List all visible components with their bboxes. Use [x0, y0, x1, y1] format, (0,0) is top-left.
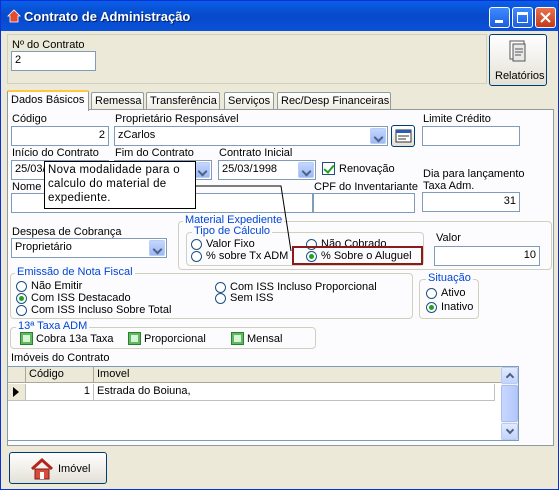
close-icon [540, 12, 551, 23]
codigo-input[interactable]: 2 [11, 126, 109, 146]
chevron-down-icon[interactable] [149, 240, 165, 256]
tooltip: Nova modalidade para o calculo do materi… [44, 161, 196, 209]
proprietario-combo[interactable]: zCarlos [114, 126, 388, 146]
imoveis-title: Imóveis do Contrato [11, 352, 110, 364]
cpf-input[interactable] [313, 193, 415, 213]
scroll-thumb[interactable] [501, 385, 518, 422]
fim-label: Fim do Contrato [115, 147, 194, 159]
imovel-button[interactable]: Imóvel [9, 452, 107, 484]
valor-input[interactable]: 10 [434, 246, 540, 266]
inativo-label: Inativo [441, 301, 474, 313]
contrato-inicial-combo[interactable]: 25/03/1998 [218, 160, 316, 180]
contract-no-input[interactable]: 2 [11, 51, 96, 71]
codigo-label: Código [12, 113, 47, 125]
tab-remessa[interactable]: Remessa [91, 92, 144, 110]
proporcional-label: Proporcional [144, 333, 206, 345]
despesa-label: Despesa de Cobrança [12, 226, 122, 238]
tab-transferencia[interactable]: Transferência [146, 92, 220, 110]
title-bar[interactable]: Contrato de Administração [1, 1, 558, 31]
tab-rec-desp[interactable]: Rec/Desp Financeiras [277, 92, 391, 110]
contract-window: Contrato de Administração Nº do Contrato… [0, 0, 559, 490]
proporcional-checkbox[interactable] [128, 332, 141, 345]
app-icon [7, 9, 21, 23]
taxa13-title: 13ª Taxa ADM [16, 320, 90, 332]
maximize-button[interactable] [512, 7, 533, 28]
dia-input[interactable]: 31 [422, 192, 520, 212]
row-indicator [8, 384, 26, 401]
contrato-inicial-value: 25/03/1998 [222, 163, 278, 175]
minimize-icon [495, 20, 503, 23]
window-title: Contrato de Administração [24, 9, 191, 24]
radio-ativo[interactable] [426, 288, 437, 299]
inicio-label: Início do Contrato [12, 147, 99, 159]
col-header-imovel[interactable]: Imovel [94, 367, 503, 383]
renovacao-label: Renovação [339, 163, 395, 175]
proprietario-value: zCarlos [118, 129, 156, 141]
ativo-label: Ativo [441, 287, 466, 299]
limite-label: Limite Crédito [423, 113, 491, 125]
report-icon [509, 40, 526, 62]
nao-emitir-label: Não Emitir [31, 280, 83, 292]
radio-iss-destacado[interactable] [16, 293, 27, 304]
col-header-codigo[interactable]: Código [26, 367, 94, 383]
maximize-icon [517, 12, 528, 23]
row-pointer-icon [13, 387, 19, 397]
despesa-value: Proprietário [15, 241, 72, 253]
situacao-group [419, 279, 479, 319]
chevron-down-icon[interactable] [298, 162, 314, 178]
despesa-combo[interactable]: Proprietário [11, 238, 167, 258]
radio-sem-iss[interactable] [215, 293, 226, 304]
scroll-down-icon[interactable] [501, 423, 518, 440]
radio-nao-emitir[interactable] [16, 281, 27, 292]
chevron-down-icon[interactable] [370, 128, 386, 144]
imovel-label: Imóvel [58, 463, 91, 475]
sem-iss-label: Sem ISS [230, 292, 274, 304]
lookup-icon [395, 129, 412, 143]
renovacao-checkbox[interactable] [322, 162, 335, 175]
radio-inativo[interactable] [426, 302, 437, 313]
scroll-up-icon[interactable] [501, 367, 518, 384]
iss-total-label: Com ISS Incluso Sobre Total [31, 304, 172, 316]
mensal-checkbox[interactable] [231, 332, 244, 345]
minimize-button[interactable] [489, 7, 510, 28]
limite-input[interactable] [422, 126, 520, 146]
iss-destacado-label: Com ISS Destacado [31, 292, 131, 304]
cobra-13a-label: Cobra 13a Taxa [36, 333, 114, 345]
dia-label-line1: Dia para lançamento [423, 168, 525, 180]
dia-label-line2: Taxa Adm. [423, 180, 475, 192]
table-cell-imovel[interactable]: Estrada do Boiuna, [94, 384, 495, 401]
contract-no-label: Nº do Contrato [12, 39, 85, 51]
reports-label: Relatórios [495, 70, 545, 82]
tab-servicos[interactable]: Serviços [224, 92, 274, 110]
chevron-down-icon[interactable] [194, 162, 210, 178]
table-cell-codigo[interactable]: 1 [26, 384, 94, 401]
valor-label: Valor [436, 232, 461, 244]
highlight-box [292, 246, 423, 265]
contrato-inicial-label: Contrato Inicial [219, 147, 293, 159]
close-button[interactable] [535, 7, 556, 28]
nota-title: Emissão de Nota Fiscal [15, 266, 135, 278]
tab-dados-basicos[interactable]: Dados Básicos [7, 90, 89, 111]
lookup-button[interactable] [391, 125, 415, 147]
proprietario-label: Proprietário Responsável [115, 113, 239, 125]
reports-button[interactable]: Relatórios [489, 34, 547, 86]
grid-corner [8, 367, 26, 383]
mensal-label: Mensal [247, 333, 283, 345]
cpf-label: CPF do Inventariante [314, 181, 418, 193]
cobra-13a-checkbox[interactable] [20, 332, 33, 345]
grid-scrollbar[interactable] [501, 367, 518, 440]
nome-label: Nome I [12, 181, 48, 193]
situacao-title: Situação [426, 272, 473, 284]
house-icon [30, 458, 54, 480]
tooltip-pointer [195, 185, 292, 252]
radio-iss-total[interactable] [16, 305, 27, 316]
radio-iss-proporcional[interactable] [215, 282, 226, 293]
imoveis-grid[interactable]: Código Imovel 1 Estrada do Boiuna, [7, 366, 519, 441]
